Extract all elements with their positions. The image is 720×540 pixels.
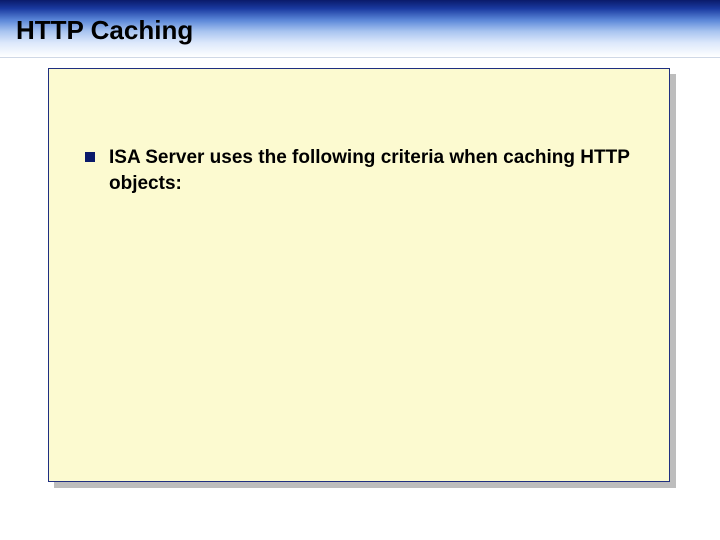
content-box: ISA Server uses the following criteria w… <box>48 68 670 482</box>
slide: HTTP Caching ISA Server uses the followi… <box>0 0 720 540</box>
bullet-item: ISA Server uses the following criteria w… <box>85 145 653 196</box>
bullet-text: ISA Server uses the following criteria w… <box>109 145 649 196</box>
square-bullet-icon <box>85 152 95 162</box>
title-bar: HTTP Caching <box>0 0 720 58</box>
slide-title: HTTP Caching <box>16 11 193 46</box>
